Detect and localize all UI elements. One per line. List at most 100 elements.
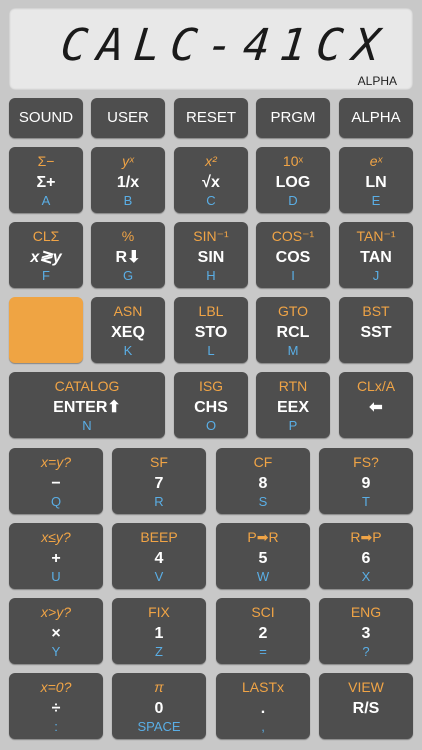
digit-4-label: 4 <box>154 550 164 567</box>
eng-shift-label: ENG <box>350 604 382 620</box>
digit-6-key[interactable]: R➡P 6 X <box>319 523 413 589</box>
subtract-key[interactable]: x=y? − Q <box>9 448 103 514</box>
alpha-h-label: H <box>206 268 216 283</box>
gto-shift-label: GTO <box>277 303 309 319</box>
alpha-d-label: D <box>288 193 298 208</box>
cf-shift-label: CF <box>253 454 273 470</box>
x-eq-zero-test-shift-label: x=0? <box>40 679 72 695</box>
enter-label: ENTER⬆ <box>53 399 121 416</box>
multiply-key[interactable]: x>y? × Y <box>9 598 103 664</box>
display-text: CALC-41CX <box>58 20 393 71</box>
digit-4-key[interactable]: BEEP 4 V <box>112 523 206 589</box>
xeq-key[interactable]: ASN XEQ K <box>91 297 165 363</box>
run-stop-key[interactable]: VIEW R/S <box>319 673 413 739</box>
alpha-t-label: T <box>362 494 370 509</box>
log-key[interactable]: 10ˣ LOG D <box>256 147 330 213</box>
sqrt-key[interactable]: x² √x C <box>174 147 248 213</box>
sqrt-label: √x <box>202 174 220 191</box>
chs-key[interactable]: ISG CHS O <box>174 372 248 438</box>
digit-1-key[interactable]: FIX 1 Z <box>112 598 206 664</box>
y-power-x-shift-label: yˣ <box>122 153 134 169</box>
asn-shift-label: ASN <box>113 303 143 319</box>
sst-key[interactable]: BST SST <box>339 297 413 363</box>
polar-to-rect-shift-label: P➡R <box>247 529 279 545</box>
cos-key[interactable]: COS⁻¹ COS I <box>256 222 330 288</box>
plus-label: + <box>51 550 61 567</box>
clear-sigma-shift-label: CLΣ <box>32 228 60 244</box>
alpha-m-label: M <box>287 343 299 358</box>
roll-down-key[interactable]: % R⬇ G <box>91 222 165 288</box>
run-stop-label: R/S <box>352 700 380 717</box>
x-exchange-y-key[interactable]: CLΣ x≷y F <box>9 222 83 288</box>
sound-button[interactable]: SOUND <box>9 98 83 138</box>
sto-key[interactable]: LBL STO L <box>174 297 248 363</box>
alpha-o-label: O <box>205 418 217 433</box>
user-label: USER <box>107 109 149 126</box>
divide-key[interactable]: x=0? ÷ : <box>9 673 103 739</box>
digit-3-label: 3 <box>361 625 371 642</box>
alpha-question-label: ? <box>362 644 370 659</box>
alpha-a-label: A <box>41 193 51 208</box>
fs-test-shift-label: FS? <box>353 454 379 470</box>
prgm-label: PRGM <box>270 109 316 126</box>
digit-9-key[interactable]: FS? 9 T <box>319 448 413 514</box>
minus-label: − <box>51 475 61 492</box>
tan-key[interactable]: TAN⁻¹ TAN J <box>339 222 413 288</box>
alpha-l-label: L <box>207 343 215 358</box>
digit-0-key[interactable]: π 0 SPACE <box>112 673 206 739</box>
roll-down-label: R⬇ <box>115 249 141 266</box>
enter-key[interactable]: CATALOG ENTER⬆ N <box>9 372 165 438</box>
shift-key[interactable] <box>9 297 83 363</box>
decimal-point-key[interactable]: LASTx . , <box>216 673 310 739</box>
sin-key[interactable]: SIN⁻¹ SIN H <box>174 222 248 288</box>
digit-2-label: 2 <box>258 625 268 642</box>
alpha-q-label: Q <box>50 494 62 509</box>
alpha-f-label: F <box>42 268 50 283</box>
prgm-button[interactable]: PRGM <box>256 98 330 138</box>
sin-label: SIN <box>197 249 225 266</box>
eex-key[interactable]: RTN EEX P <box>256 372 330 438</box>
times-label: × <box>51 625 61 642</box>
lbl-shift-label: LBL <box>198 303 224 319</box>
digit-7-key[interactable]: SF 7 R <box>112 448 206 514</box>
alpha-k-label: K <box>123 343 133 358</box>
reciprocal-key[interactable]: yˣ 1/x B <box>91 147 165 213</box>
cos-label: COS <box>275 249 311 266</box>
digit-2-key[interactable]: SCI 2 = <box>216 598 310 664</box>
backspace-key[interactable]: CLx/A ⬅ <box>339 372 413 438</box>
digit-8-key[interactable]: CF 8 S <box>216 448 310 514</box>
isg-shift-label: ISG <box>198 378 224 394</box>
bst-shift-label: BST <box>362 303 390 319</box>
atan-shift-label: TAN⁻¹ <box>356 228 396 244</box>
ln-key[interactable]: eˣ LN E <box>339 147 413 213</box>
rcl-key[interactable]: GTO RCL M <box>256 297 330 363</box>
sigma-plus-key[interactable]: Σ− Σ+ A <box>9 147 83 213</box>
x-gt-y-test-shift-label: x>y? <box>41 604 71 620</box>
alpha-button[interactable]: ALPHA <box>339 98 413 138</box>
sound-label: SOUND <box>18 109 74 126</box>
x-exchange-y-label: x≷y <box>30 249 62 266</box>
alpha-e-label: E <box>371 193 381 208</box>
alpha-p-label: P <box>288 418 298 433</box>
alpha-comma-label: , <box>261 719 265 734</box>
digit-1-label: 1 <box>154 625 164 642</box>
sf-shift-label: SF <box>150 454 168 470</box>
decimal-point-label: . <box>260 700 266 717</box>
digit-3-key[interactable]: ENG 3 ? <box>319 598 413 664</box>
sst-label: SST <box>360 324 392 341</box>
alpha-equals-label: = <box>259 644 267 659</box>
add-key[interactable]: x≤y? + U <box>9 523 103 589</box>
alpha-u-label: U <box>51 569 61 584</box>
acos-shift-label: COS⁻¹ <box>271 228 315 244</box>
alpha-colon-label: : <box>54 719 58 734</box>
reset-button[interactable]: RESET <box>174 98 248 138</box>
alpha-y-label: Y <box>51 644 61 659</box>
alpha-label: ALPHA <box>351 109 401 126</box>
divide-label: ÷ <box>51 700 61 717</box>
lcd-display: CALC-41CX ALPHA <box>9 8 413 90</box>
alpha-z-label: Z <box>155 644 163 659</box>
user-button[interactable]: USER <box>91 98 165 138</box>
alpha-r-label: R <box>154 494 164 509</box>
digit-5-key[interactable]: P➡R 5 W <box>216 523 310 589</box>
backspace-icon: ⬅ <box>369 399 383 416</box>
